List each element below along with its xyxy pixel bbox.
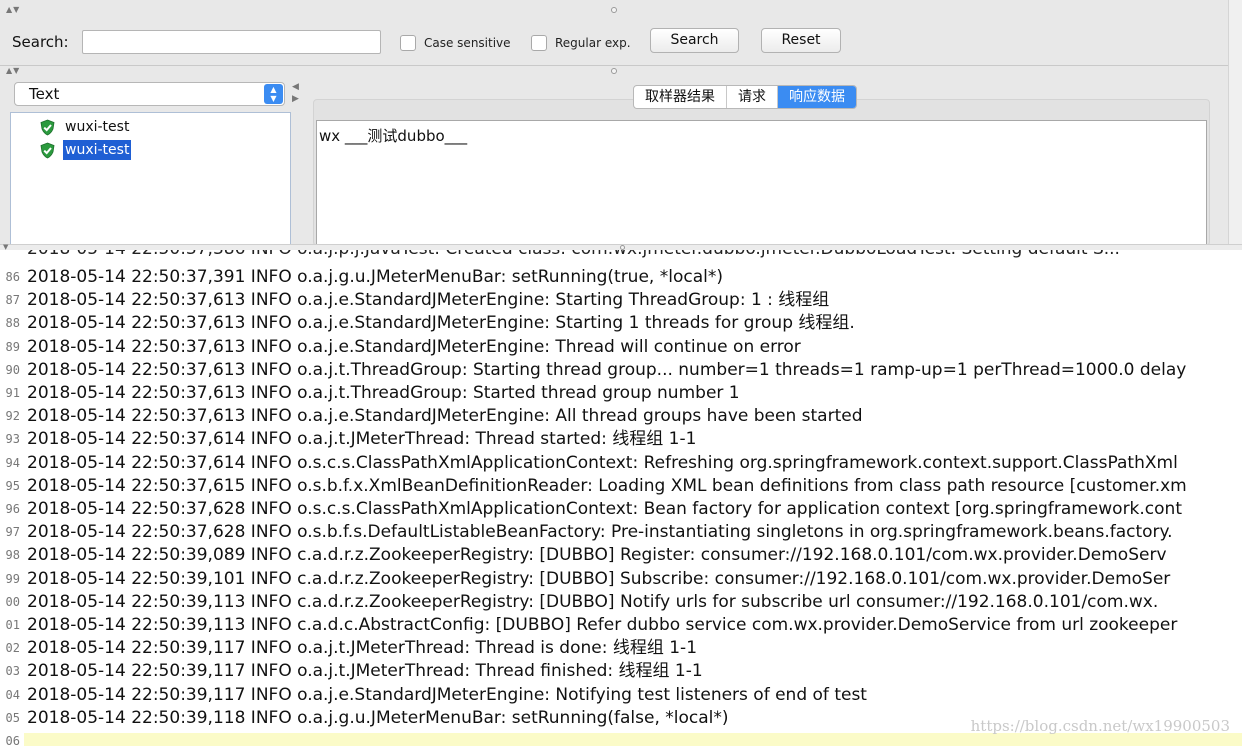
line-number: 02 [5,641,20,656]
log-line: 97 2018-05-14 22:50:37,628 INFO o.s.b.f.s… [0,521,1242,544]
log-line: 89 2018-05-14 22:50:37,613 INFO o.a.j.e.S… [0,336,1242,359]
log-line: 03 2018-05-14 22:50:39,117 INFO o.a.j.t.J… [0,660,1242,683]
log-text: 2018-05-14 22:50:37,614 INFO o.a.j.t.JMe… [27,429,697,450]
log-text: 2018-05-14 22:50:37,615 INFO o.s.b.f.x.X… [27,475,1187,496]
line-number: 88 [5,316,20,331]
log-line: 87 2018-05-14 22:50:37,613 INFO o.a.j.e.S… [0,289,1242,312]
log-text: 2018-05-14 22:50:39,089 INFO c.a.d.r.z.Z… [27,545,1167,566]
regex-label: Regular exp. [555,36,631,50]
log-line: 93 2018-05-14 22:50:37,614 INFO o.a.j.t.J… [0,428,1242,451]
log-text: 2018-05-14 22:50:37,613 INFO o.a.j.e.Sta… [27,336,801,357]
log-text: 2018-05-14 22:50:39,117 INFO o.a.j.e.Sta… [27,684,867,705]
line-number: 97 [5,525,20,540]
log-text: 2018-05-14 22:50:37,613 INFO o.a.j.e.Sta… [27,313,855,334]
log-line: 95 2018-05-14 22:50:37,615 INFO o.s.b.f.x… [0,475,1242,498]
tree-item-label: wuxi-test [63,140,132,160]
line-number: 93 [5,432,20,447]
success-shield-icon [40,119,55,136]
log-text: 2018-05-14 22:50:37,628 INFO o.s.b.f.s.D… [27,522,1173,543]
line-number: 95 [5,478,20,493]
log-line: 00 2018-05-14 22:50:39,113 INFO c.a.d.r.z… [0,591,1242,614]
renderer-value: Text [29,85,60,103]
response-text[interactable]: wx ___测试dubbo___ [316,120,1207,246]
scrollbar[interactable] [1228,0,1242,244]
log-line: 01 2018-05-14 22:50:39,113 INFO c.a.d.c.A… [0,614,1242,637]
tab-request[interactable]: 请求 [727,86,778,108]
tree-item-label: wuxi-test [65,119,130,135]
line-number: 05 [5,710,20,725]
search-input[interactable] [82,30,381,54]
log-text: 2018-05-14 22:50:39,117 INFO o.a.j.t.JMe… [27,661,703,682]
log-line: 88 2018-05-14 22:50:37,613 INFO o.a.j.e.S… [0,312,1242,335]
log-text: 2018-05-14 22:50:37,386 INFO o.a.j.p.j.J… [27,250,1120,261]
log-text: 2018-05-14 22:50:39,113 INFO c.a.d.r.z.Z… [27,591,1159,612]
watermark: https://blog.csdn.net/wx19900503 [970,717,1230,735]
line-number: 92 [5,409,20,424]
log-text: 2018-05-14 22:50:39,117 INFO o.a.j.t.JMe… [27,638,698,659]
log-line: 99 2018-05-14 22:50:39,101 INFO c.a.d.r.z… [0,568,1242,591]
log-text: 2018-05-14 22:50:37,614 INFO o.s.c.s.Cla… [27,452,1178,473]
collapse-arrows-icon[interactable]: ◀ ▶ [292,81,299,105]
log-text: 2018-05-14 22:50:39,113 INFO c.a.d.c.Abs… [27,615,1178,635]
log-text: 2018-05-14 22:50:37,628 INFO o.s.c.s.Cla… [27,499,1182,519]
tab-sampler-result[interactable]: 取样器结果 [634,86,727,108]
regex-checkbox[interactable] [531,35,547,51]
log-viewer[interactable]: 2018-05-14 22:50:37,386 INFO o.a.j.p.j.J… [0,250,1242,746]
renderer-select[interactable]: Text ▲ ▼ [14,82,285,106]
line-number: 01 [5,618,20,632]
line-number: 90 [5,362,20,377]
log-text: 2018-05-14 22:50:37,613 INFO o.a.j.t.Thr… [27,359,1187,380]
line-number: 89 [5,339,20,354]
log-line-partial: 2018-05-14 22:50:37,386 INFO o.a.j.p.j.J… [0,250,1242,261]
log-text: 2018-05-14 22:50:37,391 INFO o.a.j.g.u.J… [27,267,723,287]
log-line: 86 2018-05-14 22:50:37,391 INFO o.a.j.g.u… [0,266,1242,289]
success-shield-icon [40,142,55,159]
log-text: 2018-05-14 22:50:39,118 INFO o.a.j.g.u.J… [27,707,729,728]
result-tabs: 取样器结果 请求 响应数据 [633,85,857,109]
log-line: 96 2018-05-14 22:50:37,628 INFO o.s.c.s.C… [0,498,1242,521]
split-arrows-icon[interactable]: ▲▼ [6,6,20,14]
line-number: 03 [5,664,20,679]
log-line: 91 2018-05-14 22:50:37,613 INFO o.a.j.t.T… [0,382,1242,405]
splitter-grip-icon[interactable] [611,68,617,74]
line-number: 94 [5,455,20,470]
splitter-grip-icon[interactable] [611,7,617,13]
line-number: 87 [5,293,20,308]
line-number: 06 [5,734,20,746]
split-arrows-icon[interactable]: ▲▼ [6,67,20,75]
log-text: 2018-05-14 22:50:37,613 INFO o.a.j.t.Thr… [27,383,740,403]
log-text: 2018-05-14 22:50:39,101 INFO c.a.d.r.z.Z… [27,568,1171,589]
line-number: 86 [5,270,20,284]
log-text: 2018-05-14 22:50:37,613 INFO o.a.j.e.Sta… [27,290,830,311]
search-button[interactable]: Search [650,28,739,53]
select-arrows-icon[interactable]: ▲ ▼ [264,84,283,104]
case-sensitive-label: Case sensitive [424,36,511,50]
sampler-tree: wuxi-test wuxi-test [10,112,291,246]
line-number: 91 [5,386,20,400]
line-number: 04 [5,687,20,702]
line-number: 98 [5,548,20,563]
search-label: Search: [12,33,69,51]
log-line: 92 2018-05-14 22:50:37,613 INFO o.a.j.e.S… [0,405,1242,428]
log-line: 98 2018-05-14 22:50:39,089 INFO c.a.d.r.z… [0,544,1242,567]
tab-response-data[interactable]: 响应数据 [778,86,856,108]
case-sensitive-checkbox[interactable] [400,35,416,51]
log-line: 90 2018-05-14 22:50:37,613 INFO o.a.j.t.T… [0,359,1242,382]
line-number: 96 [5,502,20,516]
log-line: 02 2018-05-14 22:50:39,117 INFO o.a.j.t.J… [0,637,1242,660]
log-line: 04 2018-05-14 22:50:39,117 INFO o.a.j.e.S… [0,684,1242,707]
reset-button[interactable]: Reset [761,28,841,53]
log-line: 94 2018-05-14 22:50:37,614 INFO o.s.c.s.C… [0,452,1242,475]
line-number: 99 [5,571,20,586]
line-number: 00 [5,594,20,609]
log-text: 2018-05-14 22:50:37,613 INFO o.a.j.e.Sta… [27,406,863,427]
